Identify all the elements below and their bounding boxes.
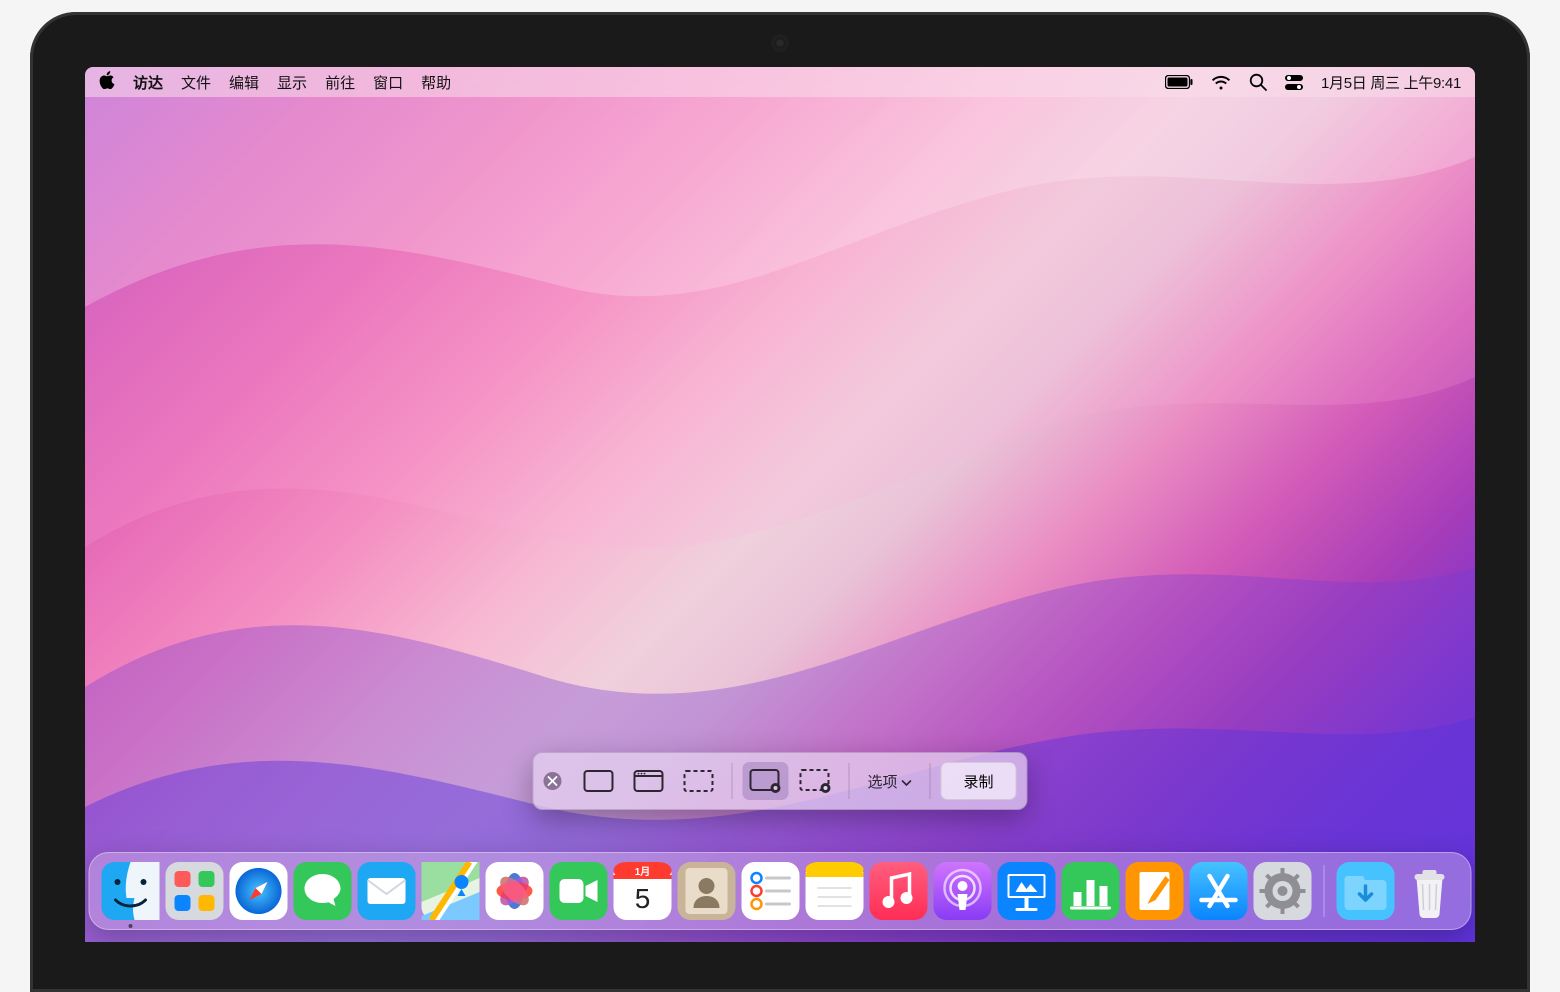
dock-trash[interactable] [1401, 862, 1459, 920]
dock-app-notes[interactable] [806, 862, 864, 920]
laptop-bezel: 访达 文件 编辑 显示 前往 窗口 帮助 [30, 12, 1530, 992]
capture-mode-group [569, 762, 727, 800]
menu-bar-right: 1月5日 周三 上午9:41 [1165, 72, 1461, 93]
close-toolbar-button[interactable] [543, 772, 561, 790]
capture-selection-button[interactable] [675, 762, 721, 800]
menu-bar: 访达 文件 编辑 显示 前往 窗口 帮助 [85, 67, 1475, 97]
toolbar-separator [930, 763, 931, 799]
dock-separator [1324, 865, 1325, 917]
dock-app-numbers[interactable] [1062, 862, 1120, 920]
dock-app-keynote[interactable] [998, 862, 1056, 920]
wifi-icon[interactable] [1211, 75, 1231, 90]
menu-item-window[interactable]: 窗口 [373, 72, 403, 93]
running-indicator-icon [129, 924, 133, 928]
svg-text:1月: 1月 [635, 866, 651, 878]
capture-window-button[interactable] [625, 762, 671, 800]
dock-app-finder[interactable] [102, 862, 160, 920]
dock-app-calendar[interactable]: 1月5 [614, 862, 672, 920]
dock-app-appstore[interactable] [1190, 862, 1248, 920]
capture-entire-screen-button[interactable] [575, 762, 621, 800]
dock-app-podcasts[interactable] [934, 862, 992, 920]
options-button[interactable]: 选项 [853, 762, 925, 800]
dock-app-mail[interactable] [358, 862, 416, 920]
battery-icon[interactable] [1165, 75, 1193, 89]
toolbar-separator [848, 763, 849, 799]
record-action-label: 录制 [964, 771, 994, 792]
control-center-icon[interactable] [1285, 75, 1303, 90]
screenshot-toolbar: 选项 录制 [532, 752, 1027, 810]
record-entire-screen-button[interactable] [742, 762, 788, 800]
dock-folder-downloads[interactable] [1337, 862, 1395, 920]
menu-item-view[interactable]: 显示 [277, 72, 307, 93]
menu-item-go[interactable]: 前往 [325, 72, 355, 93]
svg-text:5: 5 [635, 883, 651, 914]
dock-app-safari[interactable] [230, 862, 288, 920]
dock-app-facetime[interactable] [550, 862, 608, 920]
dock-app-pages[interactable] [1126, 862, 1184, 920]
desktop-screen: 访达 文件 编辑 显示 前往 窗口 帮助 [85, 67, 1475, 942]
dock-app-launchpad[interactable] [166, 862, 224, 920]
dock-app-messages[interactable] [294, 862, 352, 920]
toolbar-separator [731, 763, 732, 799]
menu-item-file[interactable]: 文件 [181, 72, 211, 93]
menu-app-name[interactable]: 访达 [133, 72, 163, 93]
dock-app-photos[interactable] [486, 862, 544, 920]
menu-item-help[interactable]: 帮助 [421, 72, 451, 93]
apple-menu-icon[interactable] [99, 71, 115, 94]
dock-app-reminders[interactable] [742, 862, 800, 920]
chevron-down-icon [902, 773, 912, 790]
dock-app-maps[interactable] [422, 862, 480, 920]
camera-notch [775, 38, 785, 48]
spotlight-icon[interactable] [1249, 73, 1267, 91]
dock: 1月5 [89, 852, 1472, 930]
wallpaper [85, 67, 1475, 942]
menu-date-time[interactable]: 1月5日 周三 上午9:41 [1321, 72, 1461, 93]
dock-app-music[interactable] [870, 862, 928, 920]
menu-item-edit[interactable]: 编辑 [229, 72, 259, 93]
options-label: 选项 [867, 771, 897, 792]
menu-bar-left: 访达 文件 编辑 显示 前往 窗口 帮助 [99, 71, 451, 94]
record-selection-button[interactable] [792, 762, 838, 800]
record-action-button[interactable]: 录制 [941, 762, 1017, 800]
record-mode-group [736, 762, 844, 800]
dock-app-settings[interactable] [1254, 862, 1312, 920]
dock-app-contacts[interactable] [678, 862, 736, 920]
